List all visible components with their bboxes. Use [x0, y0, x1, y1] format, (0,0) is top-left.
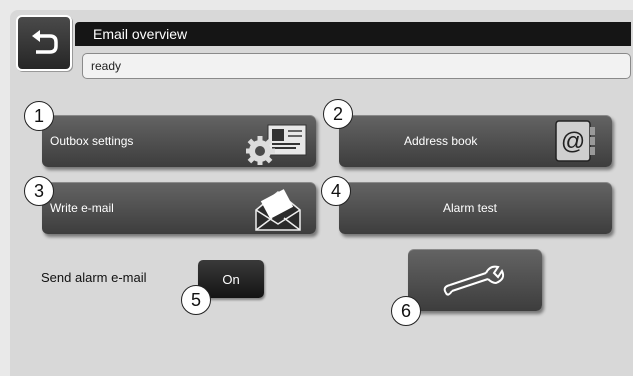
send-alarm-email-label: Send alarm e-mail — [41, 270, 147, 285]
alarm-test-button[interactable]: Alarm test — [339, 182, 612, 234]
back-button[interactable] — [16, 15, 72, 71]
status-text: ready — [82, 53, 631, 79]
callout-4: 4 — [321, 176, 351, 206]
write-email-label: Write e-mail — [50, 201, 114, 215]
back-arrow-icon — [32, 30, 58, 54]
at-book-icon: @ — [555, 120, 595, 162]
write-email-button[interactable]: Write e-mail — [42, 182, 316, 234]
address-book-label: Address book — [404, 134, 478, 148]
callout-5: 5 — [181, 285, 211, 315]
alarm-test-label: Alarm test — [443, 201, 498, 215]
gear-envelope-icon — [246, 124, 307, 165]
callout-6: 6 — [391, 296, 421, 326]
callout-2: 2 — [323, 99, 353, 129]
outbox-settings-button[interactable]: Outbox settings — [42, 115, 316, 167]
wrench-icon — [443, 265, 505, 296]
callout-3: 3 — [24, 176, 54, 206]
svg-text:@: @ — [561, 128, 585, 155]
service-settings-button[interactable] — [408, 249, 542, 311]
callout-1: 1 — [24, 101, 54, 131]
page-title: Email overview — [75, 22, 631, 46]
address-book-button[interactable]: Address book @ — [339, 115, 612, 167]
outbox-settings-label: Outbox settings — [50, 134, 134, 148]
open-envelope-icon — [255, 189, 301, 231]
